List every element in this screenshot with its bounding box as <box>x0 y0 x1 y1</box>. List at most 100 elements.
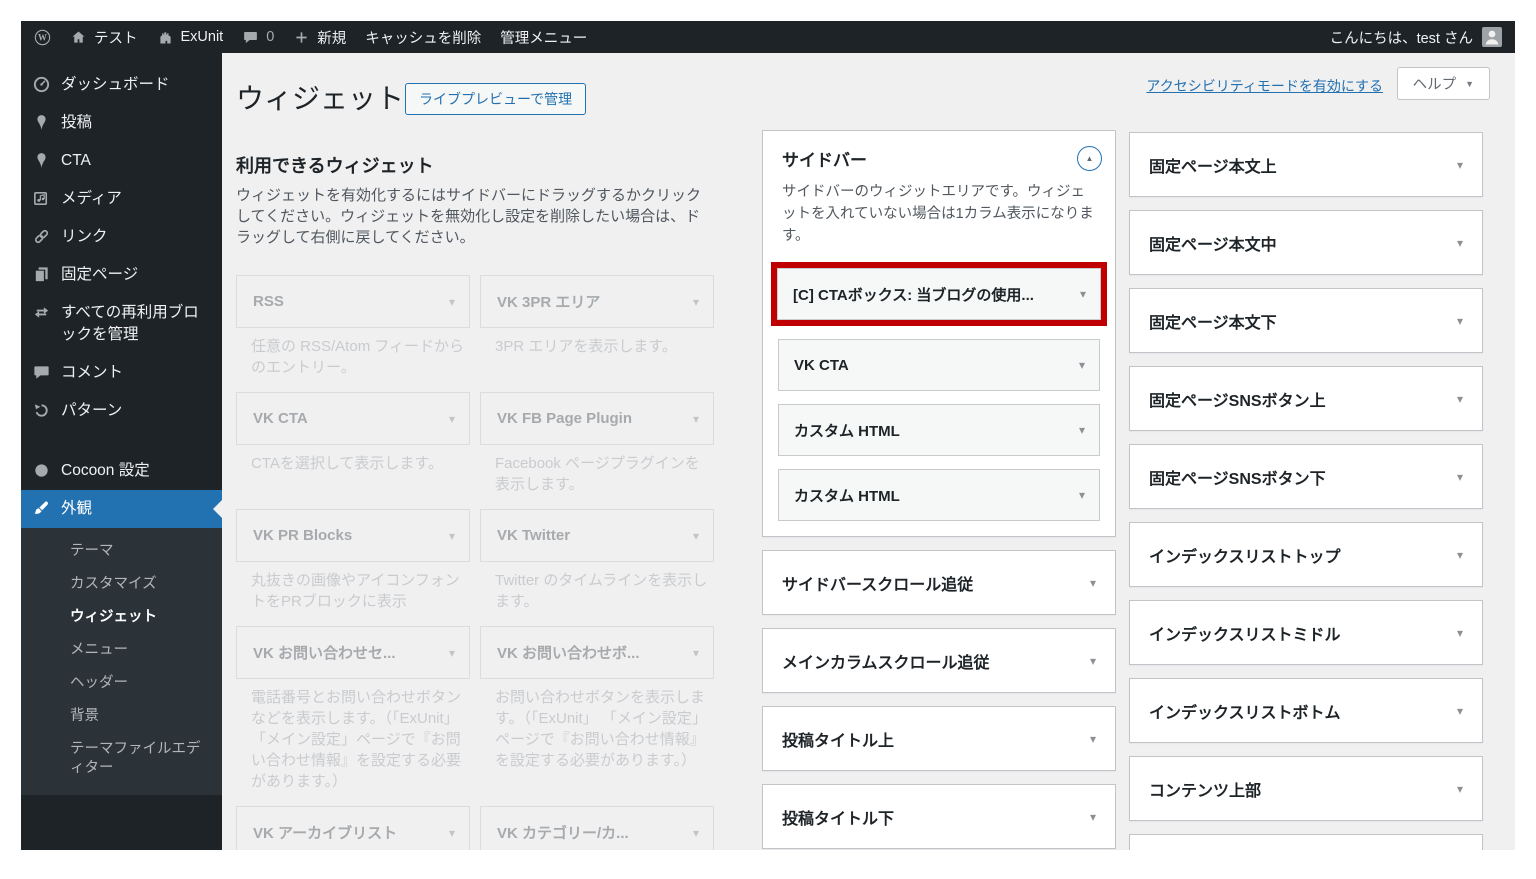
sidebar-subitem-theme-file-editor[interactable]: テーマファイルエディター <box>21 733 222 785</box>
help-button[interactable]: ヘルプ ▼ <box>1397 67 1490 100</box>
plus-icon <box>293 29 310 46</box>
admin-bar-item-label: キャッシュを削除 <box>365 27 481 48</box>
chevron-down-icon: ▾ <box>1090 576 1096 590</box>
sidebar-item-media[interactable]: メディア <box>21 180 222 218</box>
chevron-down-icon: ▾ <box>693 826 699 840</box>
available-widget[interactable]: VK カテゴリー/カ... ▾ <box>480 806 714 850</box>
chevron-down-icon: ▾ <box>693 295 699 309</box>
available-widget-cell: VK カテゴリー/カ... ▾ <box>480 806 714 850</box>
available-widget-description: 電話番号とお問い合わせボタンなどを表示します。（「ExUnit」 「メイン設定」… <box>236 679 470 792</box>
available-widget-cell: RSS▾任意の RSS/Atom フィードからのエントリー。 <box>236 275 470 378</box>
sidebar-widget[interactable]: [C] CTAボックス: 当ブログの使用...▾ <box>777 268 1101 320</box>
available-widget-cell: VK Twitter▾Twitter のタイムラインを表示します。 <box>480 509 714 612</box>
available-widget-cell: VK CTA▾CTAを選択して表示します。 <box>236 392 470 495</box>
available-widget[interactable]: VK CTA▾ <box>236 392 470 445</box>
sidebar-subitem-widgets[interactable]: ウィジェット <box>21 601 222 634</box>
available-widget[interactable]: VK お問い合わせセ...▾ <box>236 626 470 679</box>
admin-bar-item-exunit[interactable]: ExUnit <box>157 29 224 46</box>
available-widget-description: 丸抜きの画像やアイコンフォントをPRブロックに表示 <box>236 562 470 612</box>
available-widget[interactable]: VK FB Page Plugin▾ <box>480 392 714 445</box>
sidebar-item-cta[interactable]: CTA <box>21 142 222 180</box>
widget-area-title: 固定ページ本文上 <box>1149 153 1277 177</box>
admin-bar-item-clear-cache[interactable]: キャッシュを削除 <box>365 27 481 48</box>
avatar[interactable] <box>1482 27 1502 47</box>
admin-bar-wordpress-logo[interactable]: W <box>34 29 51 46</box>
accessibility-mode-link[interactable]: アクセシビリティモードを有効にする <box>1146 76 1383 96</box>
available-widget[interactable]: VK 3PR エリア▾ <box>480 275 714 328</box>
sidebar-item-label: CTA <box>61 150 91 172</box>
sidebar-subitem-themes[interactable]: テーマ <box>21 535 222 568</box>
widget-area-panel-right-7[interactable]: インデックスリストボトム▾ <box>1129 678 1483 743</box>
available-widgets-heading: 利用できるウィジェット <box>236 152 434 178</box>
available-widget-cell: VK お問い合わせボ...▾お問い合わせボタンを表示します。（「ExUnit」 … <box>480 626 714 792</box>
widget-area-panel-right-8[interactable]: コンテンツ上部▾ <box>1129 756 1483 821</box>
sidebar-subitem-customize[interactable]: カスタマイズ <box>21 568 222 601</box>
available-widget[interactable]: VK アーカイブリスト▾ <box>236 806 470 850</box>
chevron-down-icon: ▾ <box>693 646 699 660</box>
chevron-down-icon: ▾ <box>1090 732 1096 746</box>
live-preview-manage-button[interactable]: ライブプレビューで管理 <box>405 83 586 115</box>
chevron-down-icon: ▾ <box>449 646 455 660</box>
sidebar-item-patterns[interactable]: パターン <box>21 392 222 430</box>
widget-area-panel-right-1[interactable]: 固定ページ本文中▾ <box>1129 210 1483 275</box>
widget-area-panel-middle-2[interactable]: 投稿タイトル上▾ <box>762 706 1116 771</box>
sidebar-item-dashboard[interactable]: ダッシュボード <box>21 66 222 104</box>
sidebar-item-comments[interactable]: コメント <box>21 354 222 392</box>
available-widget-cell: VK 3PR エリア▾3PR エリアを表示します。 <box>480 275 714 378</box>
widget-area-panel-right-6[interactable]: インデックスリストミドル▾ <box>1129 600 1483 665</box>
chevron-down-icon: ▾ <box>1457 314 1463 328</box>
collapse-toggle-button[interactable]: ▲ <box>1077 146 1102 171</box>
admin-bar-item-site[interactable]: テスト <box>70 27 138 48</box>
widget-area-title: 固定ページ本文下 <box>1149 309 1277 333</box>
sidebar-widget[interactable]: VK CTA▾ <box>778 339 1100 391</box>
wordpress-admin-window: W テスト ExUnit 0 新規キャッシュを削除管理メニュー こんにちは、test さ… <box>21 21 1515 850</box>
available-widget-cell: VK お問い合わせセ...▾電話番号とお問い合わせボタンなどを表示します。（「E… <box>236 626 470 792</box>
widget-area-panel-middle-1[interactable]: メインカラムスクロール追従▾ <box>762 628 1116 693</box>
available-widget[interactable]: VK PR Blocks▾ <box>236 509 470 562</box>
widget-area-panel-middle-3[interactable]: 投稿タイトル下▾ <box>762 784 1116 849</box>
sidebar-widget[interactable]: カスタム HTML▾ <box>778 404 1100 456</box>
sidebar-item-pages[interactable]: 固定ページ <box>21 256 222 294</box>
sidebar-item-appearance[interactable]: 外観 <box>21 490 222 528</box>
sidebar-item-label: リンク <box>61 226 108 248</box>
widget-area-panel-right-5[interactable]: インデックスリストトップ▾ <box>1129 522 1483 587</box>
widget-area-title: 固定ページSNSボタン上 <box>1149 387 1326 411</box>
appearance-submenu: テーマカスタマイズウィジェットメニューヘッダー背景テーマファイルエディター <box>21 528 222 795</box>
wordpress-logo-icon: W <box>34 29 51 46</box>
sidebar-subitem-background[interactable]: 背景 <box>21 700 222 733</box>
available-widget-description: お問い合わせボタンを表示します。（「ExUnit」 「メイン設定」ページで『お問… <box>480 679 714 771</box>
sidebar-item-posts[interactable]: 投稿 <box>21 104 222 142</box>
chevron-down-icon: ▾ <box>1079 488 1085 502</box>
widget-area-panel-middle-0[interactable]: サイドバースクロール追従▾ <box>762 550 1116 615</box>
sidebar-item-label: Cocoon 設定 <box>61 460 150 482</box>
sidebar-item-cocoon-settings[interactable]: Cocoon 設定 <box>21 452 222 490</box>
admin-bar-greeting[interactable]: こんにちは、test さん <box>1330 27 1473 48</box>
sidebar-item-label: パターン <box>61 400 122 422</box>
available-widget[interactable]: VK Twitter▾ <box>480 509 714 562</box>
widget-area-panel-right-2[interactable]: 固定ページ本文下 ▾ <box>1129 288 1483 353</box>
widget-title: カスタム HTML <box>794 485 900 506</box>
sidebar-widget[interactable]: カスタム HTML ▾ <box>778 469 1100 521</box>
available-widget-title: VK カテゴリー/カ... <box>497 822 629 843</box>
sidebar-item-links[interactable]: リンク <box>21 218 222 256</box>
admin-bar-item-new[interactable]: 新規 <box>293 27 346 48</box>
chevron-down-icon: ▾ <box>1457 626 1463 640</box>
admin-bar-item-comments[interactable]: 0 <box>242 29 274 46</box>
widget-area-panel-right-4[interactable]: 固定ページSNSボタン下▾ <box>1129 444 1483 509</box>
available-widget[interactable]: RSS▾ <box>236 275 470 328</box>
sidebar-subitem-header[interactable]: ヘッダー <box>21 667 222 700</box>
sidebar-item-reusable-blocks[interactable]: すべての再利用ブロックを管理 <box>21 294 222 354</box>
widget-area-panel-right-0[interactable]: 固定ページ本文上▾ <box>1129 132 1483 197</box>
chevron-down-icon: ▾ <box>1457 704 1463 718</box>
content-area: ウィジェット ライブプレビューで管理 アクセシビリティモードを有効にする ヘルプ… <box>222 53 1515 850</box>
admin-bar-item-admin-menu[interactable]: 管理メニュー <box>500 27 587 48</box>
chevron-down-icon: ▾ <box>449 529 455 543</box>
highlight-annotation: [C] CTAボックス: 当ブログの使用...▾ <box>771 262 1107 326</box>
right-column: 固定ページ本文上▾固定ページ本文中▾固定ページ本文下▾固定ページSNSボタン上▾… <box>1129 132 1483 850</box>
admin-bar-item-label: テスト <box>94 27 138 48</box>
widget-area-panel-right-3[interactable]: 固定ページSNSボタン上▾ <box>1129 366 1483 431</box>
chevron-down-icon: ▼ <box>1465 79 1474 89</box>
sidebar-subitem-menus[interactable]: メニュー <box>21 634 222 667</box>
available-widget[interactable]: VK お問い合わせボ...▾ <box>480 626 714 679</box>
sidebar-item-label: コメント <box>61 362 123 384</box>
